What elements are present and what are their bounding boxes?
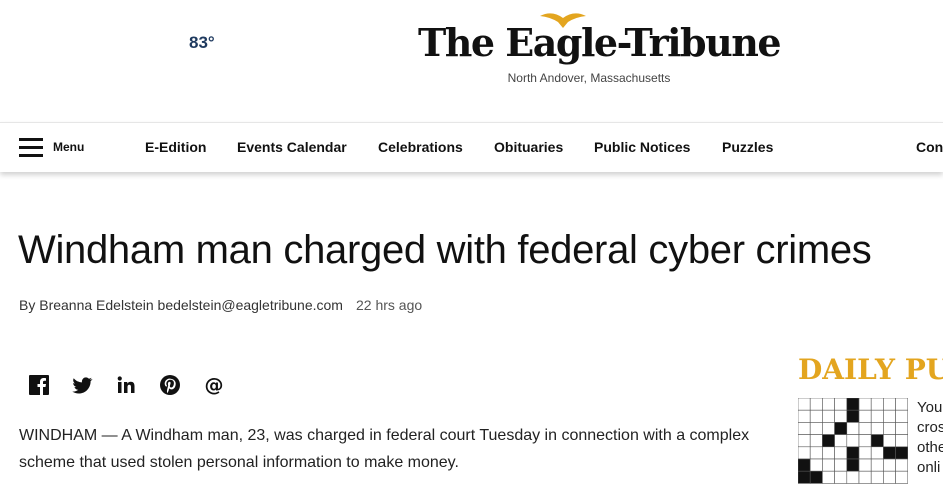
- puzzle-description: You cros othe onli: [917, 399, 943, 476]
- nav-item-public-notices[interactable]: Public Notices: [594, 139, 690, 155]
- email-icon[interactable]: @: [203, 374, 225, 396]
- main-nav: Menu E-Edition Events Calendar Celebrati…: [0, 122, 943, 172]
- linkedin-icon[interactable]: [115, 374, 137, 396]
- nav-item-puzzles[interactable]: Puzzles: [722, 139, 773, 155]
- nav-item-con[interactable]: Con: [916, 139, 943, 155]
- crossword-thumbnail[interactable]: [798, 398, 908, 484]
- weather-temperature[interactable]: 83°: [189, 33, 215, 53]
- pinterest-icon[interactable]: [159, 374, 181, 396]
- article-byline[interactable]: By Breanna Edelstein bedelstein@eagletri…: [19, 297, 343, 313]
- nav-item-obituaries[interactable]: Obituaries: [494, 139, 563, 155]
- menu-button[interactable]: Menu: [19, 135, 99, 161]
- site-header: 83° The Eagle-Tribune North Andover, Mas…: [0, 0, 943, 122]
- site-location: North Andover, Massachusetts: [507, 71, 671, 85]
- twitter-icon[interactable]: [71, 374, 93, 396]
- nav-item-events-calendar[interactable]: Events Calendar: [237, 139, 347, 155]
- logo-wordmark: The Eagle-Tribune: [418, 20, 782, 65]
- article-body: WINDHAM — A Windham man, 23, was charged…: [19, 427, 750, 471]
- puzzle-title[interactable]: DAILY PU: [798, 353, 943, 386]
- nav-item-celebrations[interactable]: Celebrations: [378, 139, 463, 155]
- site-logo[interactable]: The Eagle-Tribune: [418, 10, 782, 70]
- hamburger-icon: [19, 138, 43, 158]
- svg-text:@: @: [205, 374, 224, 396]
- nav-item-e-edition[interactable]: E-Edition: [145, 139, 206, 155]
- article-headline: Windham man charged with federal cyber c…: [18, 228, 872, 272]
- facebook-icon[interactable]: [28, 374, 50, 396]
- article-timestamp: 22 hrs ago: [356, 297, 423, 313]
- menu-label: Menu: [53, 140, 85, 154]
